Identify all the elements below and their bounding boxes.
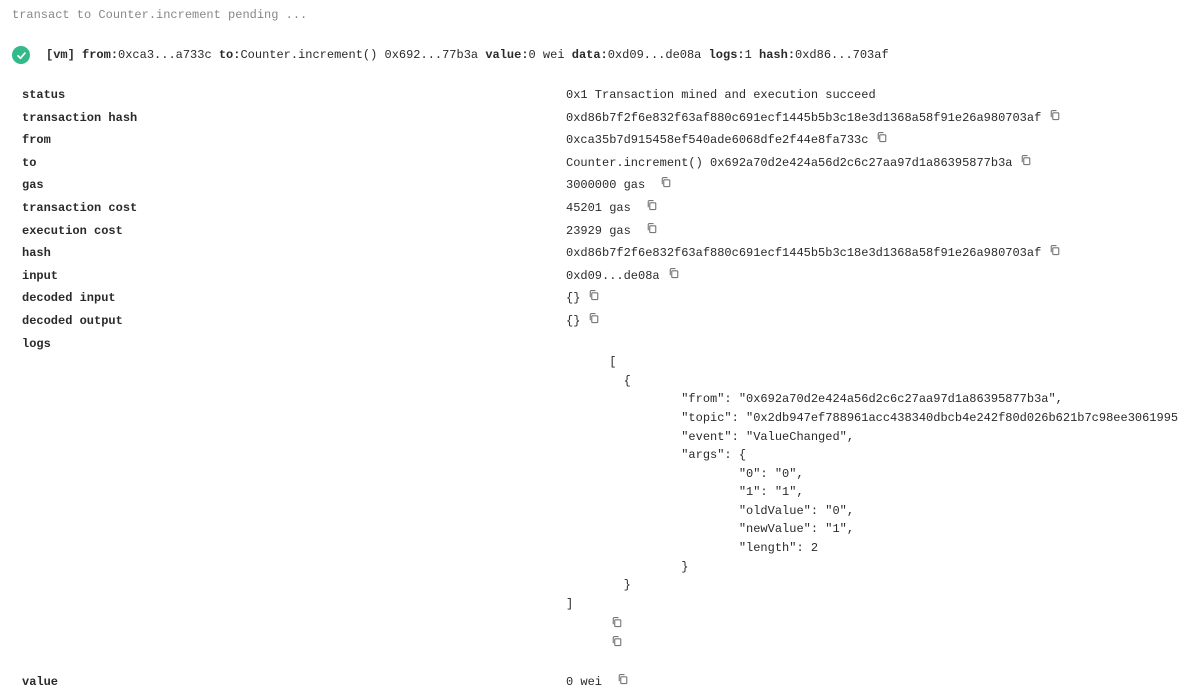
detail-row-logs: logs [ { "from": "0x692a70d2e424a56d2c6c… [22,333,1170,672]
detail-row-gas: gas 3000000 gas [22,174,1170,197]
detail-key: status [22,86,566,105]
copy-icon[interactable] [611,616,623,628]
copy-icon[interactable] [588,289,600,301]
detail-value: 0x1 Transaction mined and execution succ… [566,86,876,105]
transaction-details-table: status 0x1 Transaction mined and executi… [22,84,1170,694]
copy-icon[interactable] [611,635,623,647]
pending-message: transact to Counter.increment pending ..… [8,8,1170,22]
detail-row-execost: execution cost 23929 gas [22,220,1170,243]
detail-key: transaction hash [22,109,566,128]
detail-value: {} [566,312,600,331]
detail-row-status: status 0x1 Transaction mined and executi… [22,84,1170,107]
detail-key: transaction cost [22,199,566,218]
copy-icon[interactable] [876,131,888,143]
detail-row-from: from 0xca35b7d915458ef540ade6068dfe2f44e… [22,129,1170,152]
detail-row-decoded-input: decoded input {} [22,287,1170,310]
copy-icon[interactable] [1049,109,1061,121]
detail-value: [ { "from": "0x692a70d2e424a56d2c6c27aa9… [566,335,1178,670]
detail-row-txhash: transaction hash 0xd86b7f2f6e832f63af880… [22,107,1170,130]
detail-key: input [22,267,566,286]
detail-key: from [22,131,566,150]
detail-row-input: input 0xd09...de08a [22,265,1170,288]
detail-key: gas [22,176,566,195]
detail-value: 0xd86b7f2f6e832f63af880c691ecf1445b5b3c1… [566,109,1061,128]
detail-value: 0xd09...de08a [566,267,680,286]
detail-row-to: to Counter.increment() 0x692a70d2e424a56… [22,152,1170,175]
copy-icon[interactable] [660,176,672,188]
copy-icon[interactable] [1049,244,1061,256]
detail-row-decoded-output: decoded output {} [22,310,1170,333]
detail-value: 23929 gas [566,222,658,241]
detail-row-hash: hash 0xd86b7f2f6e832f63af880c691ecf1445b… [22,242,1170,265]
detail-key: to [22,154,566,173]
success-check-icon [12,46,30,64]
detail-row-value: value 0 wei [22,671,1170,694]
copy-icon[interactable] [617,673,629,685]
detail-value: 0 wei [566,673,629,692]
detail-value: 0xca35b7d915458ef540ade6068dfe2f44e8fa73… [566,131,888,150]
detail-value: {} [566,289,600,308]
detail-row-txcost: transaction cost 45201 gas [22,197,1170,220]
detail-key: hash [22,244,566,263]
detail-key: decoded input [22,289,566,308]
copy-icon[interactable] [646,199,658,211]
copy-icon[interactable] [646,222,658,234]
detail-value: 3000000 gas [566,176,672,195]
transaction-summary-row[interactable]: [vm] from:0xca3...a733c to:Counter.incre… [8,46,1170,64]
copy-icon[interactable] [1020,154,1032,166]
detail-key: decoded output [22,312,566,331]
copy-icon[interactable] [668,267,680,279]
detail-key: value [22,673,566,692]
copy-icon[interactable] [588,312,600,324]
detail-key: logs [22,335,566,354]
detail-value: Counter.increment() 0x692a70d2e424a56d2c… [566,154,1032,173]
detail-value: 0xd86b7f2f6e832f63af880c691ecf1445b5b3c1… [566,244,1061,263]
detail-key: execution cost [22,222,566,241]
transaction-summary-text: [vm] from:0xca3...a733c to:Counter.incre… [46,48,889,62]
detail-value: 45201 gas [566,199,658,218]
